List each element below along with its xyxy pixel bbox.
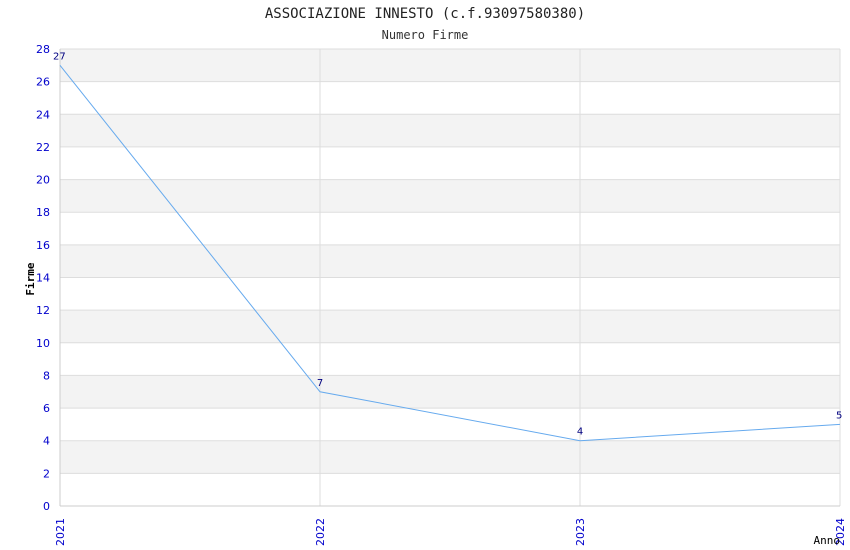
y-tick-label: 16 <box>36 239 50 252</box>
y-tick-label: 0 <box>43 500 50 513</box>
y-tick-label: 10 <box>36 337 50 350</box>
y-axis-title: Firme <box>24 262 37 295</box>
data-label: 7 <box>317 378 323 389</box>
y-tick-label: 26 <box>36 76 50 89</box>
grid-band <box>60 408 840 441</box>
y-tick-label: 20 <box>36 174 50 187</box>
grid-band <box>60 440 840 474</box>
y-tick-label: 4 <box>43 435 50 448</box>
y-tick-label: 6 <box>43 402 50 415</box>
x-tick-label: 2023 <box>574 518 587 546</box>
y-tick-label: 18 <box>36 206 50 219</box>
y-tick-label: 2 <box>43 467 50 480</box>
y-tick-label: 8 <box>43 369 50 382</box>
grid-band <box>60 310 840 343</box>
y-tick-label: 22 <box>36 141 50 154</box>
y-tick-label: 14 <box>36 272 50 285</box>
grid-band <box>60 212 840 245</box>
chart-container: ASSOCIAZIONE INNESTO (c.f.93097580380) N… <box>0 0 850 550</box>
grid-band <box>60 244 840 278</box>
line-chart: 02468101214161820222426282021 2022 2023 202… <box>24 43 847 547</box>
grid-band <box>60 342 840 376</box>
y-tick-label: 28 <box>36 43 50 56</box>
x-tick-label: 2021 <box>54 518 67 546</box>
grid-band <box>60 146 840 180</box>
grid-band <box>60 114 840 147</box>
x-tick-label: 2022 <box>314 518 327 546</box>
x-axis-title: Anno <box>814 534 841 547</box>
grid-band <box>60 179 840 213</box>
y-tick-label: 12 <box>36 304 50 317</box>
grid-band <box>60 49 840 82</box>
data-label: 5 <box>836 410 842 421</box>
y-tick-label: 24 <box>36 108 50 121</box>
grid-band <box>60 375 840 409</box>
grid-band <box>60 473 840 506</box>
data-label: 4 <box>577 427 583 438</box>
data-label: 27 <box>53 51 66 62</box>
grid-band <box>60 81 840 115</box>
grid-band <box>60 277 840 311</box>
